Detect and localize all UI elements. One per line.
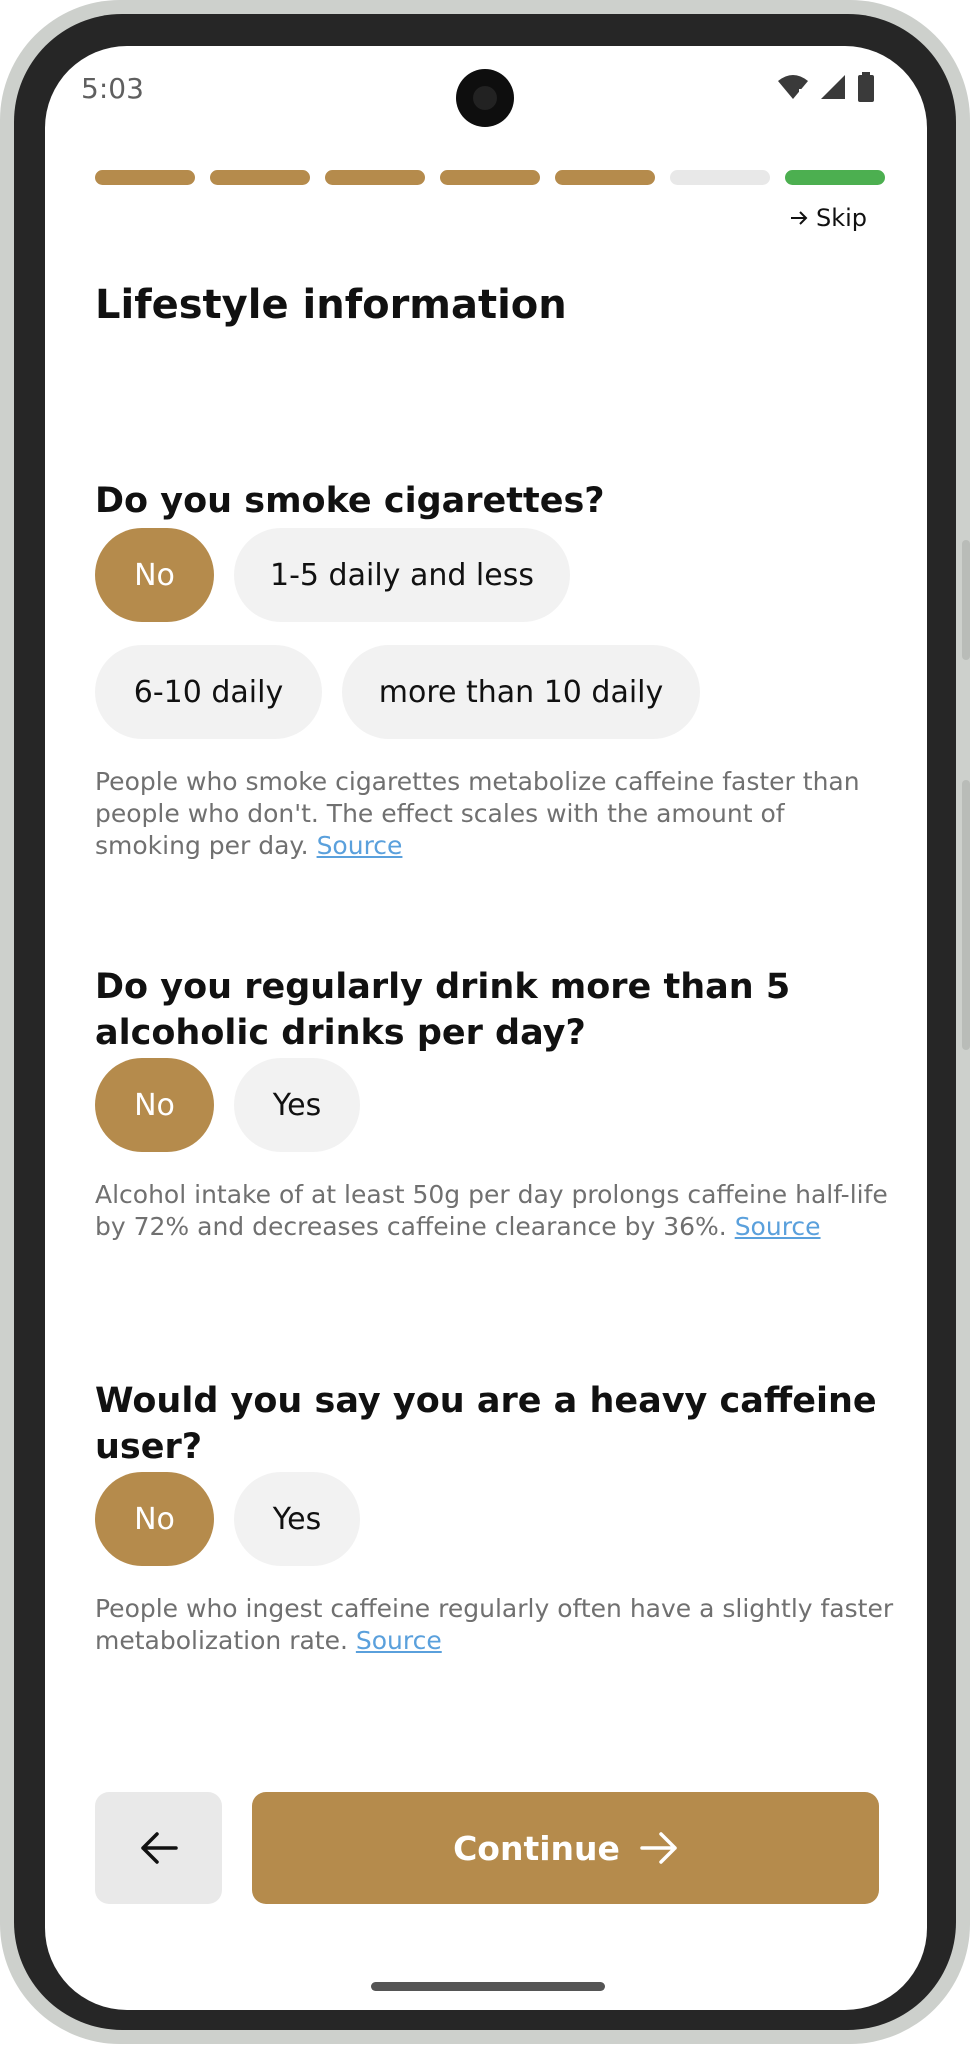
- smoking-description: People who smoke cigarettes metabolize c…: [95, 766, 895, 862]
- progress-segment-done: [440, 170, 540, 185]
- status-time: 5:03: [81, 72, 144, 105]
- continue-label: Continue: [453, 1828, 620, 1868]
- signal-icon: [821, 75, 845, 99]
- smoking-option-10-plus[interactable]: more than 10 daily: [342, 645, 700, 739]
- progress-segment-done: [210, 170, 310, 185]
- back-button[interactable]: [95, 1792, 222, 1904]
- arrow-right-icon: [640, 1832, 677, 1864]
- status-icons: [777, 72, 875, 102]
- skip-button[interactable]: Skip: [790, 204, 867, 232]
- caffeine-description-text: People who ingest caffeine regularly oft…: [95, 1594, 894, 1655]
- page-title: Lifestyle information: [95, 282, 567, 328]
- onboarding-progress: [95, 170, 885, 185]
- smoking-option-no[interactable]: No: [95, 528, 214, 622]
- home-indicator: [371, 1982, 605, 1991]
- volume-button: [962, 540, 970, 660]
- question-caffeine-title: Would you say you are a heavy caffeine u…: [95, 1381, 877, 1467]
- alcohol-source-link[interactable]: Source: [735, 1212, 821, 1241]
- caffeine-source-link[interactable]: Source: [356, 1626, 442, 1655]
- arrow-left-icon: [140, 1832, 178, 1864]
- progress-segment-empty: [670, 170, 770, 185]
- smoking-description-text: People who smoke cigarettes metabolize c…: [95, 767, 860, 860]
- question-alcohol-title: Do you regularly drink more than 5 alcoh…: [95, 967, 791, 1053]
- phone-frame: 5:03 Skip Lifestyle information Do you s…: [0, 0, 970, 2044]
- progress-segment-active: [785, 170, 885, 185]
- app-screen: 5:03 Skip Lifestyle information Do you s…: [45, 46, 927, 2010]
- caffeine-description: People who ingest caffeine regularly oft…: [95, 1593, 895, 1657]
- smoking-source-link[interactable]: Source: [317, 831, 403, 860]
- caffeine-option-yes[interactable]: Yes: [234, 1472, 360, 1566]
- alcohol-option-yes[interactable]: Yes: [234, 1058, 360, 1152]
- progress-segment-done: [95, 170, 195, 185]
- continue-button[interactable]: Continue: [252, 1792, 879, 1904]
- skip-label: Skip: [815, 204, 867, 232]
- question-smoking-title: Do you smoke cigarettes?: [95, 481, 605, 521]
- power-button: [962, 780, 970, 1050]
- alcohol-option-no[interactable]: No: [95, 1058, 214, 1152]
- battery-icon: [858, 72, 874, 102]
- smoking-option-6-10[interactable]: 6-10 daily: [95, 645, 322, 739]
- progress-segment-done: [325, 170, 425, 185]
- caffeine-option-no[interactable]: No: [95, 1472, 214, 1566]
- wifi-icon: [778, 75, 808, 101]
- alcohol-description: Alcohol intake of at least 50g per day p…: [95, 1179, 895, 1243]
- smoking-option-1-5[interactable]: 1-5 daily and less: [234, 528, 570, 622]
- arrow-right-icon: [790, 211, 808, 225]
- front-camera: [456, 69, 514, 127]
- progress-segment-done: [555, 170, 655, 185]
